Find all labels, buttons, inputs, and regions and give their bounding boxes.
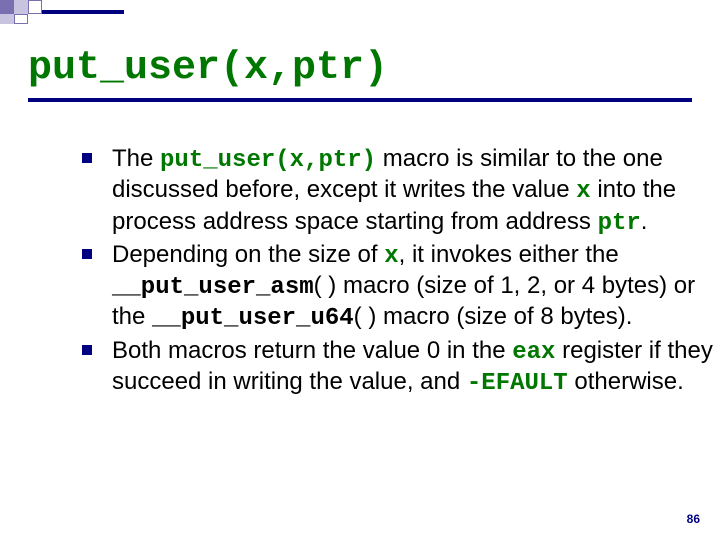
text-segment: The bbox=[112, 145, 160, 172]
text-segment: x bbox=[576, 178, 590, 205]
text-segment: x bbox=[384, 243, 398, 270]
text-segment: , it invokes either the bbox=[399, 241, 619, 268]
list-item: The put_user(x,ptr) macro is similar to … bbox=[80, 144, 720, 238]
list-item: Depending on the size of x, it invokes e… bbox=[80, 240, 720, 334]
text-segment: Depending on the size of bbox=[112, 241, 384, 268]
list-item: Both macros return the value 0 in the ea… bbox=[80, 336, 720, 399]
text-segment: otherwise. bbox=[568, 368, 684, 395]
text-segment: ( ) macro (size of 8 bytes). bbox=[354, 303, 633, 330]
text-segment: __put_user_asm bbox=[112, 274, 314, 301]
corner-decoration bbox=[0, 0, 130, 24]
text-segment: put_user(x,ptr) bbox=[160, 147, 376, 174]
page-number: 86 bbox=[687, 512, 700, 526]
text-segment: eax bbox=[512, 339, 555, 366]
text-segment: . bbox=[641, 208, 648, 235]
text-segment: -EFAULT bbox=[467, 370, 568, 397]
text-segment: Both macros return the value 0 in the bbox=[112, 337, 512, 364]
slide-title: put_user(x,ptr) bbox=[28, 46, 388, 91]
title-underline bbox=[28, 98, 692, 102]
bullet-list: The put_user(x,ptr) macro is similar to … bbox=[40, 144, 720, 400]
text-segment: ptr bbox=[598, 210, 641, 237]
text-segment: __put_user_u64 bbox=[152, 305, 354, 332]
